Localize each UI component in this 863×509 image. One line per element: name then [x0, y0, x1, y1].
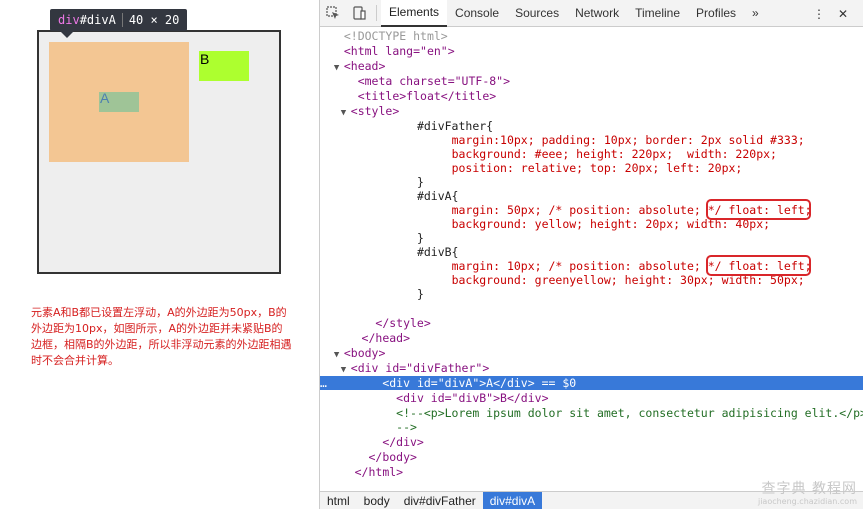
crumb-div-a[interactable]: div#divA [482, 492, 543, 509]
tree-line[interactable]: #divFather{ [320, 119, 863, 133]
tab-console[interactable]: Console [447, 0, 507, 27]
tooltip-arrow [60, 31, 74, 38]
crumb-div-father[interactable]: div#divFather [397, 492, 483, 509]
tree-line[interactable]: </style> [320, 316, 863, 330]
tree-line[interactable]: <div id="divB">B</div> [320, 391, 863, 405]
float-highlight-box-b [706, 255, 811, 276]
float-highlight-box-a [706, 199, 811, 220]
tree-line[interactable]: <!DOCTYPE html> [320, 29, 863, 43]
div-a-box[interactable]: A [99, 90, 139, 112]
menu-icon[interactable]: ⋮ [806, 0, 832, 27]
tree-line[interactable]: ▼ <style> [320, 104, 863, 118]
tree-line[interactable]: <html lang="en"> [320, 44, 863, 58]
tab-network[interactable]: Network [567, 0, 627, 27]
tree-line[interactable]: </head> [320, 331, 863, 345]
tree-line[interactable]: margin:10px; padding: 10px; border: 2px … [320, 133, 863, 147]
tree-line-selected[interactable]: … <div id="divA">A</div> == $0 [320, 376, 863, 390]
div-b-box[interactable]: B [199, 51, 249, 81]
tab-profiles[interactable]: Profiles [688, 0, 744, 27]
devtools-panel: Elements Console Sources Network Timelin… [319, 0, 863, 509]
tooltip-tag: div [58, 13, 80, 27]
tree-line[interactable]: position: relative; top: 20px; left: 20p… [320, 161, 863, 175]
tree-line[interactable]: --> [320, 420, 863, 434]
watermark-sub: jiaocheng.chazidian.com [757, 497, 857, 506]
tree-line[interactable]: } [320, 231, 863, 245]
render-pane: A B div #divA 40 × 20 元素A和B都已设置左浮动，A的外边距为5… [0, 0, 319, 509]
crumb-body[interactable]: body [357, 492, 397, 509]
tree-line[interactable]: } [320, 175, 863, 189]
tree-line[interactable]: ▼ <head> [320, 59, 863, 73]
crumb-html[interactable]: html [320, 492, 357, 509]
tree-line[interactable]: </div> [320, 435, 863, 449]
tab-elements[interactable]: Elements [381, 0, 448, 27]
elements-tree: <!DOCTYPE html> <html lang="en"> ▼ <head>… [320, 28, 863, 490]
watermark: 查字典 教程网 [761, 481, 857, 497]
tab-sources[interactable]: Sources [507, 0, 567, 27]
tree-line[interactable]: </html> [320, 465, 863, 479]
tree-line[interactable]: <meta charset="UTF-8"> [320, 74, 863, 88]
tab-timeline[interactable]: Timeline [627, 0, 688, 27]
tree-line[interactable]: </body> [320, 450, 863, 464]
element-tooltip: div #divA 40 × 20 [50, 9, 188, 31]
tree-line[interactable]: } [320, 287, 863, 301]
div-b-label: B [200, 51, 210, 67]
close-icon[interactable]: ✕ [830, 0, 856, 27]
tree-line[interactable]: ▼ <body> [320, 346, 863, 360]
tree-line[interactable]: <title>float</title> [320, 89, 863, 103]
explanation-note: 元素A和B都已设置左浮动，A的外边距为50px，B的外边距为10px，如图所示，… [31, 306, 292, 367]
tooltip-size: 40 × 20 [128, 13, 180, 27]
tree-line[interactable]: background: #eee; height: 220px; width: … [320, 147, 863, 161]
device-icon[interactable] [346, 0, 372, 27]
tree-line[interactable]: <!--<p>Lorem ipsum dolor sit amet, conse… [320, 406, 863, 420]
devtools-toolbar: Elements Console Sources Network Timelin… [320, 0, 863, 27]
tree-line[interactable]: ▼ <div id="divFather"> [320, 361, 863, 375]
div-a-label: A [100, 90, 110, 106]
tooltip-id: #divA [79, 13, 116, 27]
more-tabs-icon[interactable]: » [744, 0, 767, 27]
inspect-icon[interactable] [320, 0, 346, 27]
